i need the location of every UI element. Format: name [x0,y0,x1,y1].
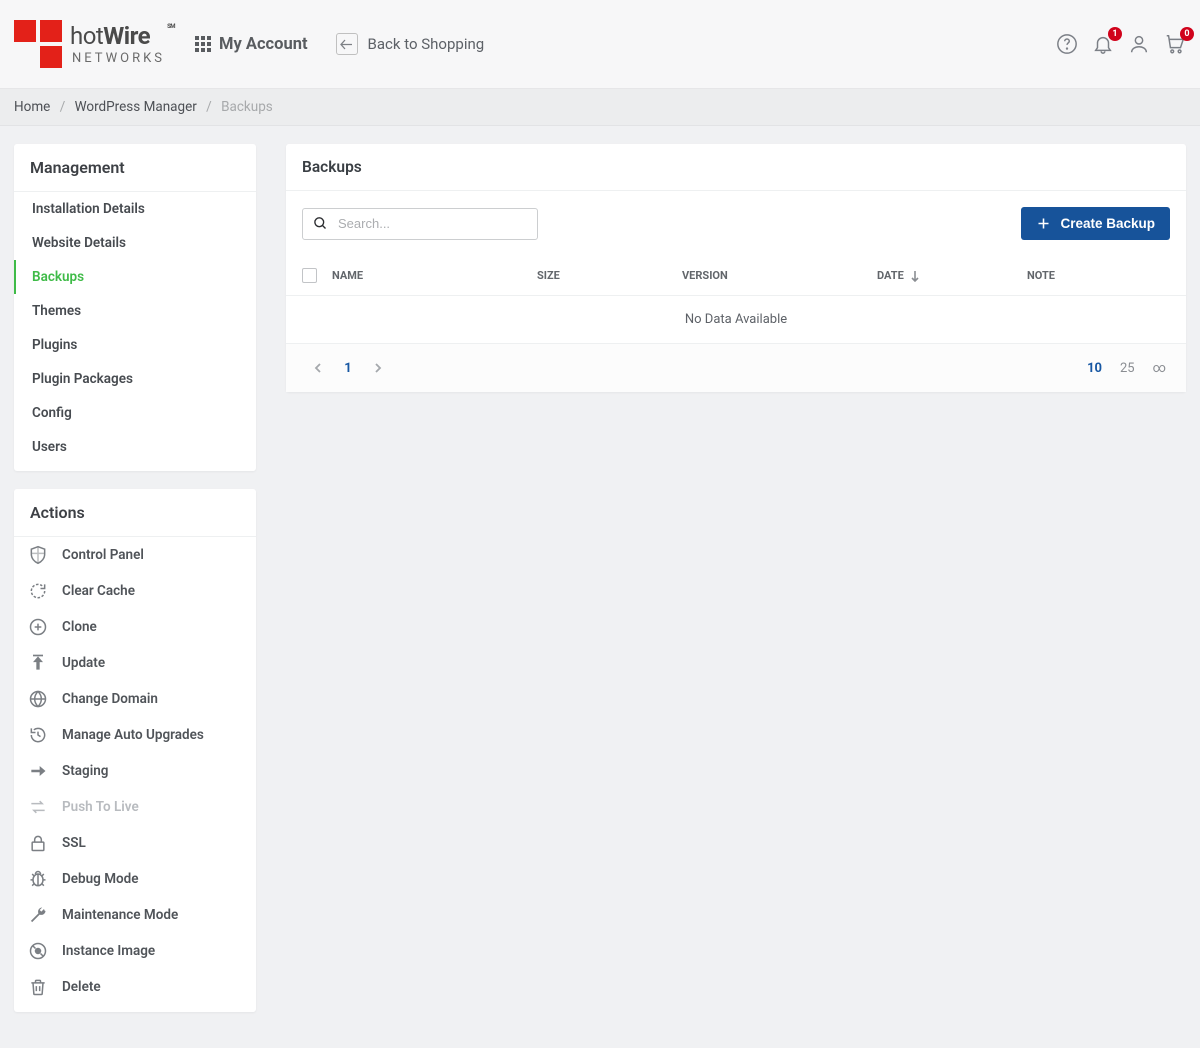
notification-badge: 1 [1108,27,1122,41]
action-label: SSL [62,835,86,851]
sidebar-item-themes[interactable]: Themes [14,294,256,328]
action-label: Instance Image [62,943,155,959]
globe-icon [28,689,48,709]
page-size-10[interactable]: 10 [1087,361,1102,376]
sidebar-item-backups[interactable]: Backups [14,260,256,294]
shield-icon [28,545,48,565]
help-icon[interactable] [1056,33,1078,55]
breadcrumb-home[interactable]: Home [14,99,50,115]
sort-down-icon [910,270,920,282]
action-label: Change Domain [62,691,158,707]
sidebar-item-users[interactable]: Users [14,430,256,471]
action-control-panel[interactable]: Control Panel [14,537,256,573]
breadcrumb-current: Backups [221,99,273,115]
sidebar-item-plugins[interactable]: Plugins [14,328,256,362]
apps-grid-icon [195,36,211,52]
app-header: hotWireSM NETWORKS My Account Back to Sh… [0,0,1200,89]
action-change-domain[interactable]: Change Domain [14,681,256,717]
my-account-label: My Account [219,35,308,54]
back-arrow-icon [336,33,358,55]
action-label: Clear Cache [62,583,135,599]
breadcrumb-separator: / [206,99,212,115]
column-version[interactable]: VERSION [682,269,877,282]
search-icon [313,215,328,232]
sidebar-item-plugin-packages[interactable]: Plugin Packages [14,362,256,396]
action-label: Maintenance Mode [62,907,178,923]
current-page[interactable]: 1 [336,361,360,376]
action-staging[interactable]: Staging [14,753,256,789]
disc-icon [28,941,48,961]
action-label: Clone [62,619,97,635]
column-note[interactable]: NOTE [1027,269,1170,282]
clone-icon [28,617,48,637]
action-push-to-live: Push To Live [14,789,256,825]
trash-icon [28,977,48,997]
search-box[interactable] [302,208,538,240]
select-all-checkbox[interactable] [302,268,317,283]
refresh-icon [28,581,48,601]
plus-icon [1036,216,1051,231]
action-manage-auto-upgrades[interactable]: Manage Auto Upgrades [14,717,256,753]
action-maintenance-mode[interactable]: Maintenance Mode [14,897,256,933]
action-delete[interactable]: Delete [14,969,256,1012]
paginator: 1 10 25 ∞ [286,343,1186,392]
management-panel: Management Installation Details Website … [14,144,256,471]
logo-text: hotWireSM NETWORKS [70,24,165,65]
actions-title: Actions [14,489,256,537]
action-label: Manage Auto Upgrades [62,727,204,743]
arrow-right-icon [28,761,48,781]
create-backup-label: Create Backup [1060,216,1155,231]
action-update[interactable]: Update [14,645,256,681]
column-date[interactable]: DATE [877,269,1027,282]
breadcrumb-wordpress-manager[interactable]: WordPress Manager [75,99,197,115]
action-label: Debug Mode [62,871,139,887]
breadcrumb: Home / WordPress Manager / Backups [0,89,1200,126]
cart-icon[interactable]: 0 [1164,33,1186,55]
page-title: Backups [286,144,1186,191]
table-header: NAME SIZE VERSION DATE NOTE [286,256,1186,296]
column-name[interactable]: NAME [332,269,537,282]
my-account-nav[interactable]: My Account [195,35,308,54]
create-backup-button[interactable]: Create Backup [1021,207,1170,240]
bug-icon [28,869,48,889]
next-page-button[interactable] [366,356,390,380]
page-size-infinite[interactable]: ∞ [1153,361,1166,376]
search-input[interactable] [338,216,527,231]
history-icon [28,725,48,745]
action-label: Delete [62,979,101,995]
empty-state: No Data Available [286,296,1186,343]
brand-logo[interactable]: hotWireSM NETWORKS [14,20,165,68]
wrench-icon [28,905,48,925]
prev-page-button[interactable] [306,356,330,380]
column-size[interactable]: SIZE [537,269,682,282]
action-label: Push To Live [62,799,139,815]
action-label: Staging [62,763,108,779]
action-clone[interactable]: Clone [14,609,256,645]
back-label: Back to Shopping [368,35,485,53]
actions-panel: Actions Control Panel Clear Cache Clone … [14,489,256,1012]
action-ssl[interactable]: SSL [14,825,256,861]
action-label: Update [62,655,105,671]
breadcrumb-separator: / [60,99,66,115]
action-instance-image[interactable]: Instance Image [14,933,256,969]
lock-icon [28,833,48,853]
logo-squares-icon [14,20,62,68]
sidebar-item-installation-details[interactable]: Installation Details [14,192,256,226]
management-title: Management [14,144,256,192]
swap-icon [28,797,48,817]
page-size-25[interactable]: 25 [1120,361,1135,376]
action-clear-cache[interactable]: Clear Cache [14,573,256,609]
notifications-icon[interactable]: 1 [1092,33,1114,55]
backups-panel: Backups Create Backup NAME SIZE VERSION … [286,144,1186,392]
back-to-shopping-button[interactable]: Back to Shopping [336,33,485,55]
update-arrow-icon [28,653,48,673]
action-debug-mode[interactable]: Debug Mode [14,861,256,897]
cart-badge: 0 [1180,27,1194,41]
sidebar-item-website-details[interactable]: Website Details [14,226,256,260]
sidebar-item-config[interactable]: Config [14,396,256,430]
user-icon[interactable] [1128,33,1150,55]
action-label: Control Panel [62,547,144,563]
